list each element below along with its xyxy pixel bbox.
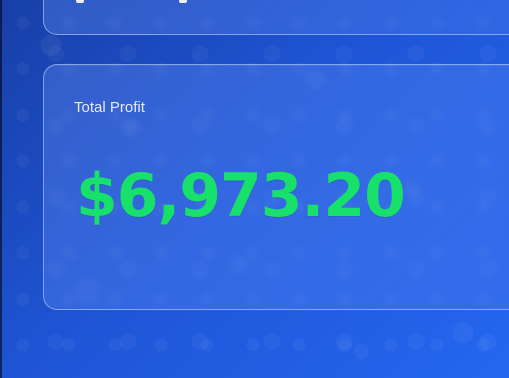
total-profit-label: Total Profit — [74, 99, 145, 116]
left-window-edge — [0, 0, 2, 378]
previous-stat-card — [43, 0, 509, 35]
total-profit-card: Total Profit $6,973.20 — [43, 64, 509, 310]
total-profit-value: $6,973.20 — [76, 161, 406, 231]
